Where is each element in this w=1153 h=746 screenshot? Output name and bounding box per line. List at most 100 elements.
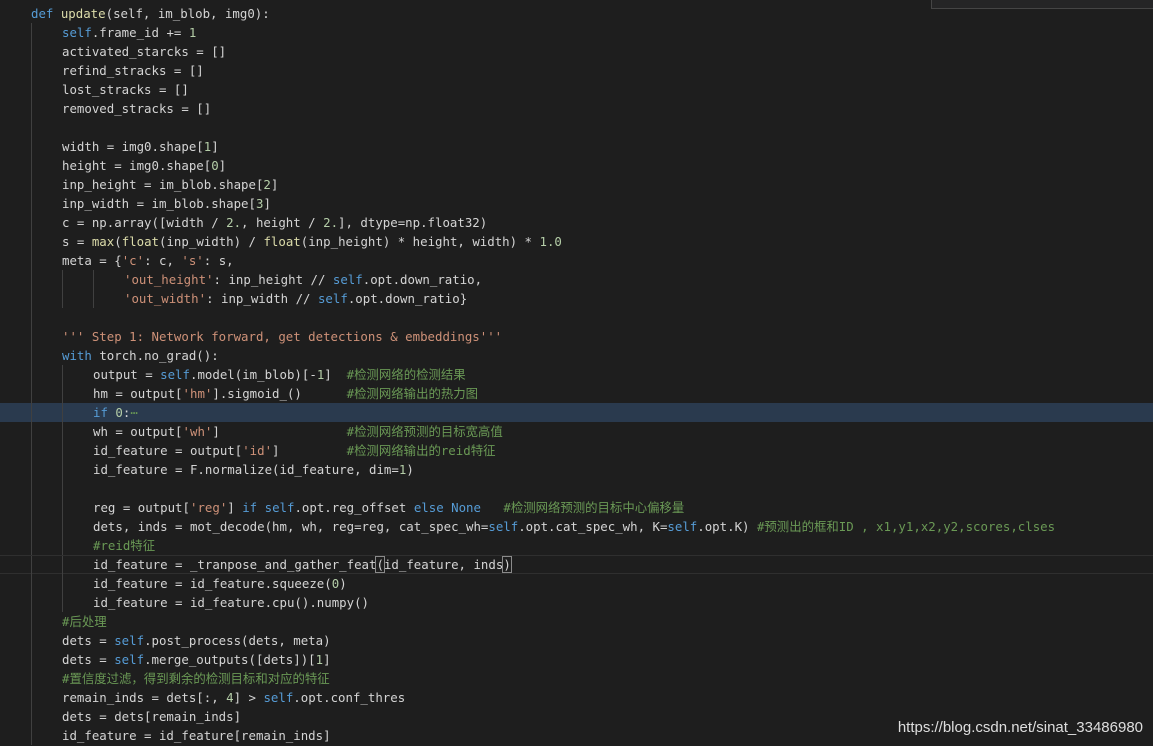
code-text: id_feature = output['id'] #检测网络输出的reid特征 [93,441,495,460]
code-line[interactable]: refind_stracks = [] [0,61,1153,80]
code-text: s = max(float(inp_width) / float(inp_hei… [62,232,562,251]
code-line[interactable] [0,479,1153,498]
find-widget-edge [931,0,1153,9]
code-token: activated_starcks = [] [62,44,227,59]
code-text: id_feature = id_feature[remain_inds] [62,726,331,745]
indent-guide [31,631,32,650]
indent-guide [62,593,63,612]
code-token: .opt.cat_spec_wh, K= [518,519,668,534]
code-token: ] [263,196,271,211]
indent-guide [31,574,32,593]
code-token: : inp_height // [213,272,333,287]
code-line[interactable]: 'out_height': inp_height // self.opt.dow… [0,270,1153,289]
code-line[interactable]: 'out_width': inp_width // self.opt.down_… [0,289,1153,308]
indent-guide [62,517,63,536]
code-text: inp_width = im_blob.shape[3] [62,194,271,213]
code-editor[interactable]: def update(self, im_blob, img0): self.fra… [0,0,1153,746]
code-text: dets = self.merge_outputs([dets])[1] [62,650,331,669]
code-text: height = img0.shape[0] [62,156,226,175]
code-token: 'reg' [189,500,228,515]
code-token: .opt.K) [697,519,757,534]
code-token: .opt.conf_thres [293,690,406,705]
code-token: 2. [226,215,242,230]
code-token: ].sigmoid_() [212,386,347,401]
code-line[interactable]: with torch.no_grad(): [0,346,1153,365]
code-line[interactable]: id_feature = output['id'] #检测网络输出的reid特征 [0,441,1153,460]
code-text: dets = dets[remain_inds] [62,707,241,726]
code-token: 2. [323,215,339,230]
code-text: with torch.no_grad(): [62,346,219,365]
code-token: ] [270,177,279,192]
code-line[interactable]: hm = output['hm'].sigmoid_() #检测网络输出的热力图 [0,384,1153,403]
code-line[interactable]: inp_height = im_blob.shape[2] [0,175,1153,194]
code-line[interactable]: s = max(float(inp_width) / float(inp_hei… [0,232,1153,251]
code-token: 2 [263,177,271,192]
code-line[interactable]: id_feature = F.normalize(id_feature, dim… [0,460,1153,479]
indent-guide [31,156,32,175]
code-token: float [121,234,160,249]
code-token: ] [218,158,227,173]
indent-guide [31,479,32,498]
code-text: id_feature = _tranpose_and_gather_feat(i… [93,556,512,573]
code-token: 'out_width' [124,291,207,306]
code-token: #检测网络的检测结果 [346,367,466,382]
code-line[interactable]: output = self.model(im_blob)[-1] #检测网络的检… [0,365,1153,384]
code-token: 4 [226,690,234,705]
indent-guide [31,346,32,365]
code-line[interactable]: dets, inds = mot_decode(hm, wh, reg=reg,… [0,517,1153,536]
code-text: #reid特征 [93,536,155,555]
code-token: .post_process(dets, meta) [144,633,331,648]
indent-guide [31,403,32,422]
code-line[interactable]: id_feature = id_feature.cpu().numpy() [0,593,1153,612]
code-line[interactable] [0,118,1153,137]
code-text: lost_stracks = [] [62,80,189,99]
code-token: c = np.array([width / [62,215,227,230]
code-line[interactable]: activated_starcks = [] [0,42,1153,61]
code-text: id_feature = F.normalize(id_feature, dim… [93,460,414,479]
code-token: #检测网络输出的reid特征 [346,443,496,458]
code-line[interactable]: dets = self.post_process(dets, meta) [0,631,1153,650]
code-line[interactable]: #reid特征 [0,536,1153,555]
code-line[interactable]: self.frame_id += 1 [0,23,1153,42]
watermark-text: https://blog.csdn.net/sinat_33486980 [897,719,1143,736]
indent-guide [31,213,32,232]
code-line[interactable]: #置信度过滤，得到剩余的检测目标和对应的特征 [0,669,1153,688]
code-token: 0 [115,405,123,420]
code-token: self [332,272,363,287]
code-token: .opt.reg_offset [294,500,414,515]
code-token: #后处理 [62,614,107,629]
code-token: 'wh' [182,424,213,439]
code-line[interactable]: reg = output['reg'] if self.opt.reg_offs… [0,498,1153,517]
code-line[interactable]: id_feature = _tranpose_and_gather_feat(i… [0,555,1153,575]
code-line[interactable]: if 0:⋯ [0,403,1153,422]
code-line[interactable]: width = img0.shape[1] [0,137,1153,156]
indent-guide [62,556,63,575]
code-line[interactable]: remain_inds = dets[:, 4] > self.opt.conf… [0,688,1153,707]
code-line[interactable]: inp_width = im_blob.shape[3] [0,194,1153,213]
code-line[interactable]: meta = {'c': c, 's': s, [0,251,1153,270]
indent-guide [62,479,63,498]
code-line[interactable]: height = img0.shape[0] [0,156,1153,175]
indent-guide [31,251,32,270]
code-line[interactable]: dets = self.merge_outputs([dets])[1] [0,650,1153,669]
code-line[interactable]: ''' Step 1: Network forward, get detecti… [0,327,1153,346]
code-line[interactable]: removed_stracks = [] [0,99,1153,118]
code-token: self [263,690,294,705]
indent-guide [31,726,32,745]
code-line[interactable] [0,308,1153,327]
code-token: lost_stracks = [] [62,82,189,97]
code-line[interactable]: #后处理 [0,612,1153,631]
code-line[interactable]: wh = output['wh'] #检测网络预测的目标宽高值 [0,422,1153,441]
code-token: if [93,405,116,420]
code-token: ''' Step 1: Network forward, get detecti… [62,329,503,344]
indent-guide [31,23,32,42]
code-text: hm = output['hm'].sigmoid_() #检测网络输出的热力图 [93,384,478,403]
code-token: None [451,500,481,515]
code-line[interactable]: lost_stracks = [] [0,80,1153,99]
indent-guide [31,498,32,517]
indent-guide [62,536,63,555]
code-text: wh = output['wh'] #检测网络预测的目标宽高值 [93,422,503,441]
code-text: def update(self, im_blob, img0): [31,4,270,23]
code-line[interactable]: id_feature = id_feature.squeeze(0) [0,574,1153,593]
code-line[interactable]: c = np.array([width / 2., height / 2.], … [0,213,1153,232]
